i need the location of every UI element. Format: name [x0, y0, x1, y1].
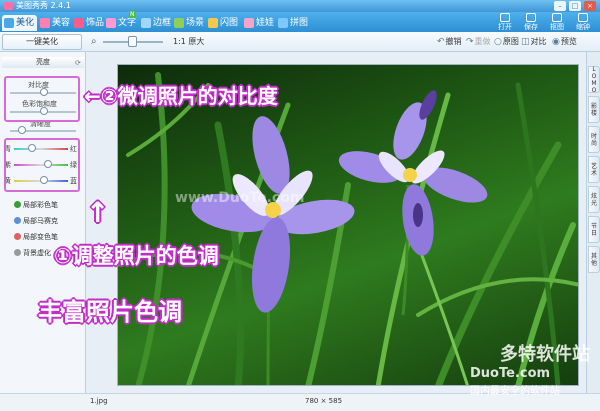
tab-effect-art[interactable]: 艺术: [588, 156, 600, 183]
background-blur-item[interactable]: 背景虚化: [14, 248, 51, 258]
main-tabs-bar: 美化 美容 饰品 文字 N 边框 场景 闪图 娃娃 拼图 打开 保存 抠图 缩钟: [0, 11, 600, 32]
brush-icon: [14, 201, 21, 208]
frame-icon: [141, 18, 151, 28]
tab-puzzle[interactable]: 拼图: [276, 15, 311, 31]
tab-effect-lomo[interactable]: LOMO: [588, 66, 600, 94]
color-brush-icon: [14, 233, 21, 240]
tab-scene[interactable]: 场景: [172, 15, 207, 31]
zoom-tool-button[interactable]: 缩钟: [570, 13, 596, 32]
original-button[interactable]: ○原图: [494, 36, 519, 47]
local-mosaic-item[interactable]: 局部马赛克: [14, 216, 58, 226]
zoom-slider-thumb[interactable]: [128, 36, 137, 47]
image-dimensions: 780 × 585: [305, 397, 343, 405]
magnifier-icon[interactable]: ⌕: [91, 36, 97, 47]
face-icon: [40, 18, 50, 28]
annotation-up-arrow: ↑: [86, 196, 110, 229]
annotation-box-contrast: [4, 76, 80, 122]
file-name: 1.jpg: [90, 397, 108, 405]
site-logo-watermark: 多特软件站: [500, 344, 590, 365]
tab-effect-festival[interactable]: 节日: [588, 216, 600, 243]
zoom-level-button[interactable]: 1:1 原大: [173, 36, 204, 47]
preview-button[interactable]: ◉预览: [552, 36, 577, 47]
redo-icon: ↷: [466, 37, 474, 47]
title-bar: 美图秀秀 2.4.1 – □ ×: [0, 0, 600, 12]
undo-button[interactable]: ↶撤销: [437, 36, 462, 47]
flash-icon: [208, 18, 218, 28]
original-icon: ○: [494, 37, 502, 47]
tab-doll[interactable]: 娃娃: [242, 15, 277, 31]
brightness-header[interactable]: 亮度: [2, 57, 84, 68]
tab-face[interactable]: 美容: [38, 15, 73, 31]
flower-photo: [118, 72, 578, 385]
redo-button[interactable]: ↷重做: [466, 36, 491, 47]
blur-icon: [14, 249, 21, 256]
site-slogan-watermark: 国内最安全的软件站: [470, 386, 560, 397]
undo-icon: ↶: [437, 37, 445, 47]
puzzle-icon: [278, 18, 288, 28]
preview-icon: ◉: [552, 37, 560, 47]
local-color-brush-item[interactable]: 局部彩色笔: [14, 200, 58, 210]
beautify-icon: [4, 18, 14, 28]
annotation-contrast-text: ←②微调照片的对比度: [84, 84, 278, 108]
tab-effect-glow[interactable]: 炫光: [588, 186, 600, 213]
tab-frame[interactable]: 边框: [139, 15, 174, 31]
zoom-icon: [578, 13, 588, 22]
window-title: 美图秀秀 2.4.1: [16, 1, 71, 10]
photo-canvas[interactable]: [117, 64, 579, 386]
minimize-icon[interactable]: –: [554, 1, 566, 11]
annotation-box-color: [4, 138, 80, 192]
tab-effect-studio[interactable]: 影楼: [588, 96, 600, 123]
tab-text[interactable]: 文字 N: [104, 11, 139, 31]
toolbar: 一键美化 ⌕ 1:1 原大 ↶撤销 ↷重做 ○原图 ◫对比 ◉预览: [0, 32, 600, 52]
annotation-color-text: ①调整照片的色调: [54, 244, 219, 268]
heart-icon: [74, 18, 84, 28]
one-key-beautify-button[interactable]: 一键美化: [2, 34, 82, 50]
tab-accessories[interactable]: 饰品: [72, 15, 107, 31]
cutout-icon: [552, 13, 562, 22]
sharpness-slider-thumb[interactable]: [18, 126, 26, 134]
open-icon: [500, 13, 510, 22]
tab-beautify[interactable]: 美化: [2, 15, 38, 31]
scene-icon: [174, 18, 184, 28]
tab-effect-fashion[interactable]: 时尚: [588, 126, 600, 153]
local-color-change-item[interactable]: 局部变色笔: [14, 232, 58, 242]
cutout-button[interactable]: 抠图: [544, 13, 570, 32]
compare-icon: ◫: [521, 37, 530, 47]
save-icon: [526, 13, 536, 22]
tab-effect-other[interactable]: 其他: [588, 246, 600, 273]
doll-icon: [244, 18, 254, 28]
open-button[interactable]: 打开: [492, 13, 518, 32]
maximize-icon[interactable]: □: [569, 1, 581, 11]
close-icon[interactable]: ×: [584, 1, 596, 11]
text-icon: [106, 18, 116, 28]
center-watermark: www.DuoTe.com: [175, 190, 305, 206]
reset-icon[interactable]: ⟳: [75, 59, 81, 67]
app-logo-icon: [4, 2, 13, 10]
mosaic-icon: [14, 217, 21, 224]
compare-button[interactable]: ◫对比: [521, 36, 547, 47]
tab-flash[interactable]: 闪图: [206, 15, 241, 31]
annotation-rich-tone-text: 丰富照片色调: [38, 298, 182, 326]
save-button[interactable]: 保存: [518, 13, 544, 32]
new-badge: N: [129, 11, 136, 18]
site-url-watermark: DuoTe.com: [470, 366, 551, 381]
